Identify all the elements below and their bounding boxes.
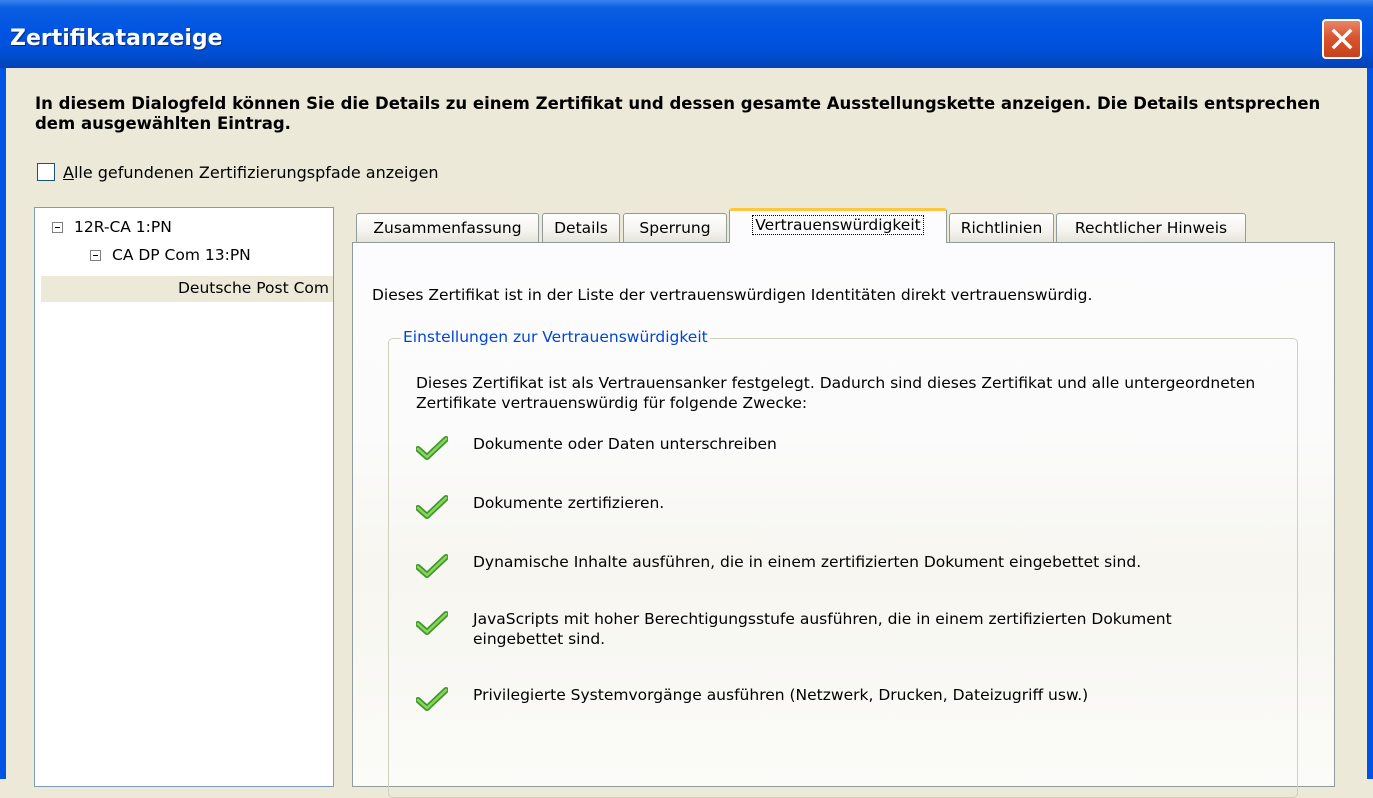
window-frame-right [1367, 68, 1373, 779]
tab-label: Richtlinien [960, 219, 1043, 237]
show-all-paths-label-text: lle gefundenen Zertifizierungspfade anze… [73, 163, 439, 182]
tab-label: Rechtlicher Hinweis [1074, 219, 1228, 237]
tab-zusammenfassung[interactable]: Zusammenfassung [356, 213, 539, 242]
tab-rechtlicher-hinweis[interactable]: Rechtlicher Hinweis [1056, 213, 1246, 242]
dialog-description: In diesem Dialogfeld können Sie die Deta… [35, 94, 1321, 133]
trust-tab-panel: Dieses Zertifikat ist in der Liste der v… [352, 242, 1335, 798]
trust-settings-legend: Einstellungen zur Vertrauenswürdigkeit [401, 328, 710, 346]
checkmark-icon [416, 495, 448, 519]
tab-sperrung[interactable]: Sperrung [623, 213, 727, 242]
tree-node-label: CA DP Com 13:PN [112, 246, 251, 264]
tab-label: Details [554, 219, 608, 237]
certificate-chain-tree[interactable]: 12R-CA 1:PN CA DP Com 13:PN Deutsche Pos… [34, 207, 334, 787]
trust-item-text: Privilegierte Systemvorgänge ausführen (… [473, 686, 1089, 704]
tab-label: Vertrauenswürdigkeit [752, 215, 924, 235]
trust-item-text: Dynamische Inhalte ausführen, die in ein… [473, 553, 1142, 571]
window-title: Zertifikatanzeige [10, 26, 223, 51]
checkmark-icon [416, 687, 448, 711]
tab-vertrauenswuerdigkeit[interactable]: Vertrauenswürdigkeit [729, 208, 947, 243]
tab-label: Sperrung [639, 219, 711, 237]
window-frame-left [0, 68, 6, 779]
accelerator-key: A [63, 163, 74, 182]
tab-richtlinien[interactable]: Richtlinien [949, 213, 1054, 242]
checkmark-icon [416, 611, 448, 635]
trust-settings-group: Einstellungen zur Vertrauenswürdigkeit D… [388, 328, 1298, 798]
show-all-paths-checkbox[interactable] [37, 163, 55, 181]
show-all-paths-label[interactable]: Alle gefundenen Zertifizierungspfade anz… [63, 163, 439, 182]
tab-details[interactable]: Details [542, 213, 620, 242]
tree-node-label: 12R-CA 1:PN [74, 218, 172, 236]
trust-item-text: Dokumente oder Daten unterschreiben [473, 435, 777, 453]
tree-node-selected[interactable]: Deutsche Post Com [41, 276, 333, 302]
trust-summary: Dieses Zertifikat ist in der Liste der v… [372, 286, 1093, 304]
close-icon [1331, 28, 1353, 50]
title-bar[interactable]: Zertifikatanzeige [0, 0, 1373, 68]
tree-node-label: Deutsche Post Com [177, 279, 329, 297]
checkmark-icon [416, 436, 448, 460]
checkmark-icon [416, 554, 448, 578]
trust-item-text: Dokumente zertifizieren. [473, 494, 665, 512]
collapse-icon[interactable] [52, 222, 63, 233]
close-button[interactable] [1322, 19, 1362, 59]
trust-item-text: JavaScripts mit hoher Berechtigungsstufe… [473, 610, 1172, 648]
trust-intro: Dieses Zertifikat ist als Vertrauensanke… [416, 374, 1256, 412]
tab-label: Zusammenfassung [373, 219, 522, 237]
collapse-icon[interactable] [90, 250, 101, 261]
